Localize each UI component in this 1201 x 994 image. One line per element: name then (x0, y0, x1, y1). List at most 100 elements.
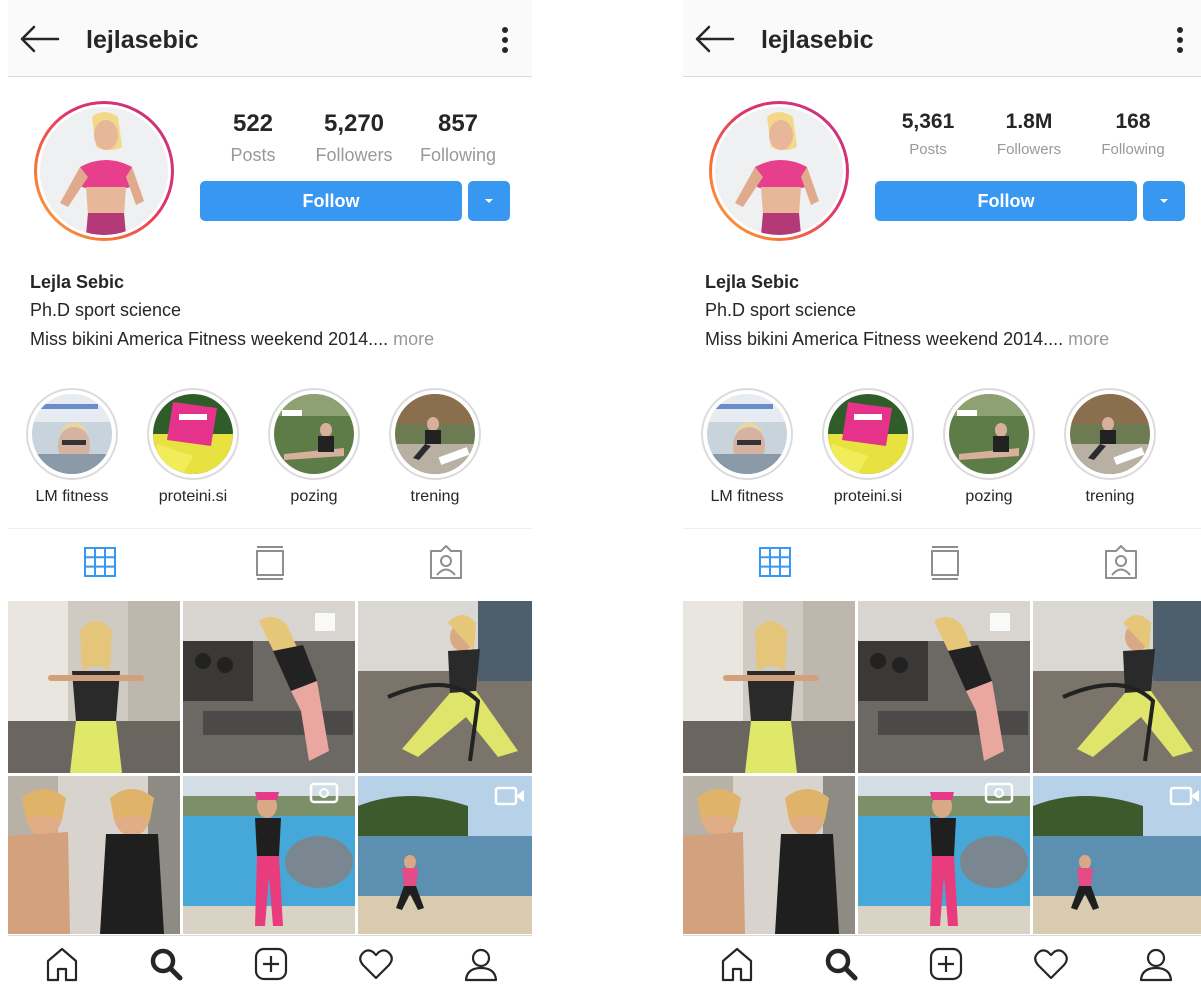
highlight-label: LM fitness (710, 488, 784, 505)
home-icon[interactable] (42, 944, 82, 984)
post-thumbnail[interactable] (183, 776, 355, 934)
home-icon[interactable] (717, 944, 757, 984)
chevron-down-icon (485, 199, 493, 203)
post-thumbnail[interactable] (683, 601, 855, 773)
profile-screen-left: lejlasebic 522 Posts 5,270 Followers 857… (8, 0, 532, 994)
more-options-icon[interactable] (492, 22, 518, 58)
posts-label: Posts (230, 145, 276, 165)
avatar-figure (40, 107, 168, 235)
suggested-accounts-button[interactable] (1143, 181, 1185, 221)
highlight-cover (32, 394, 112, 474)
profile-icon[interactable] (461, 944, 501, 984)
post-thumbnail[interactable] (8, 601, 180, 773)
highlight-label: proteini.si (833, 488, 903, 505)
highlight-label: trening (410, 488, 460, 505)
bio-line-2: Miss bikini America Fitness weekend 2014… (705, 329, 1109, 350)
highlight-cover (153, 394, 233, 474)
bio-line-1: Ph.D sport science (705, 300, 857, 320)
profile-avatar[interactable] (709, 101, 849, 241)
top-bar: lejlasebic (683, 0, 1201, 77)
profile-icon[interactable] (1136, 944, 1176, 984)
grid-view-icon[interactable] (755, 542, 795, 582)
following-value: 168 (1115, 110, 1151, 133)
posts-label: Posts (909, 141, 947, 158)
highlight-label: proteini.si (158, 488, 228, 505)
profile-screen-right: lejlasebic 5,361 Posts 1.8M Followers 16… (683, 0, 1201, 994)
bio-line-2: Miss bikini America Fitness weekend 2014… (30, 329, 434, 350)
search-icon[interactable] (821, 944, 861, 984)
highlight-label: trening (1085, 488, 1135, 505)
profile-full-name: Lejla Sebic (30, 272, 125, 292)
feed-view-icon[interactable] (250, 542, 290, 582)
post-thumbnail[interactable] (8, 776, 180, 934)
bottom-navigation (8, 935, 532, 994)
posts-value: 5,361 (901, 110, 955, 133)
post-thumbnail[interactable] (358, 601, 532, 773)
highlight-cover (274, 394, 354, 474)
post-thumbnail[interactable] (858, 601, 1030, 773)
top-bar: lejlasebic (8, 0, 532, 77)
highlight-cover (1070, 394, 1150, 474)
followers-label: Followers (996, 141, 1062, 158)
posts-value: 522 (232, 110, 274, 137)
back-arrow-icon[interactable] (18, 24, 62, 54)
highlight-proteini-si[interactable]: proteini.si (812, 388, 924, 506)
highlight-label: pozing (965, 488, 1013, 505)
profile-full-name: Lejla Sebic (705, 272, 800, 292)
bottom-navigation (683, 935, 1201, 994)
highlight-lm-fitness[interactable]: LM fitness (691, 388, 803, 506)
feed-view-icon[interactable] (925, 542, 965, 582)
suggested-accounts-button[interactable] (468, 181, 510, 221)
divider (683, 528, 1201, 529)
profile-username: lejlasebic (86, 26, 199, 54)
new-post-icon[interactable] (926, 944, 966, 984)
bio-text: Miss bikini America Fitness weekend 2014… (705, 329, 1064, 349)
bio-more-link[interactable]: more (1063, 329, 1109, 349)
post-thumbnail[interactable] (1033, 601, 1201, 773)
posts-count[interactable]: 522 Posts (218, 110, 288, 166)
post-thumbnail[interactable] (358, 776, 532, 934)
bio-more-link[interactable]: more (388, 329, 434, 349)
posts-count[interactable]: 5,361 Posts (893, 110, 963, 158)
following-label: Following (419, 145, 497, 165)
profile-username: lejlasebic (761, 26, 874, 54)
following-count[interactable]: 857 Following (410, 110, 506, 166)
highlight-cover (949, 394, 1029, 474)
highlight-cover (707, 394, 787, 474)
highlight-lm-fitness[interactable]: LM fitness (16, 388, 128, 506)
back-arrow-icon[interactable] (693, 24, 737, 54)
activity-heart-icon[interactable] (1031, 944, 1071, 984)
post-thumbnail[interactable] (1033, 776, 1201, 934)
activity-heart-icon[interactable] (356, 944, 396, 984)
following-count[interactable]: 168 Following (1085, 110, 1181, 158)
bio-line-1: Ph.D sport science (30, 300, 182, 320)
follow-button[interactable]: Follow (875, 181, 1137, 221)
avatar-photo (715, 107, 843, 235)
tagged-photos-icon[interactable] (426, 542, 466, 582)
post-thumbnail[interactable] (683, 776, 855, 934)
highlight-proteini-si[interactable]: proteini.si (137, 388, 249, 506)
following-value: 857 (437, 110, 479, 137)
profile-avatar[interactable] (34, 101, 174, 241)
post-thumbnail[interactable] (183, 601, 355, 773)
more-options-icon[interactable] (1167, 22, 1193, 58)
following-label: Following (1101, 141, 1165, 158)
search-icon[interactable] (146, 944, 186, 984)
follow-button[interactable]: Follow (200, 181, 462, 221)
highlight-cover (828, 394, 908, 474)
post-thumbnail[interactable] (858, 776, 1030, 934)
followers-count[interactable]: 5,270 Followers (308, 110, 400, 166)
new-post-icon[interactable] (251, 944, 291, 984)
highlight-trening[interactable]: trening (379, 388, 491, 506)
tagged-photos-icon[interactable] (1101, 542, 1141, 582)
avatar-figure (715, 107, 843, 235)
grid-view-icon[interactable] (80, 542, 120, 582)
highlight-pozing[interactable]: pozing (258, 388, 370, 506)
highlight-pozing[interactable]: pozing (933, 388, 1045, 506)
highlight-cover (395, 394, 475, 474)
highlight-trening[interactable]: trening (1054, 388, 1166, 506)
followers-count[interactable]: 1.8M Followers (983, 110, 1075, 158)
chevron-down-icon (1160, 199, 1168, 203)
divider (8, 528, 532, 529)
followers-label: Followers (315, 145, 393, 165)
